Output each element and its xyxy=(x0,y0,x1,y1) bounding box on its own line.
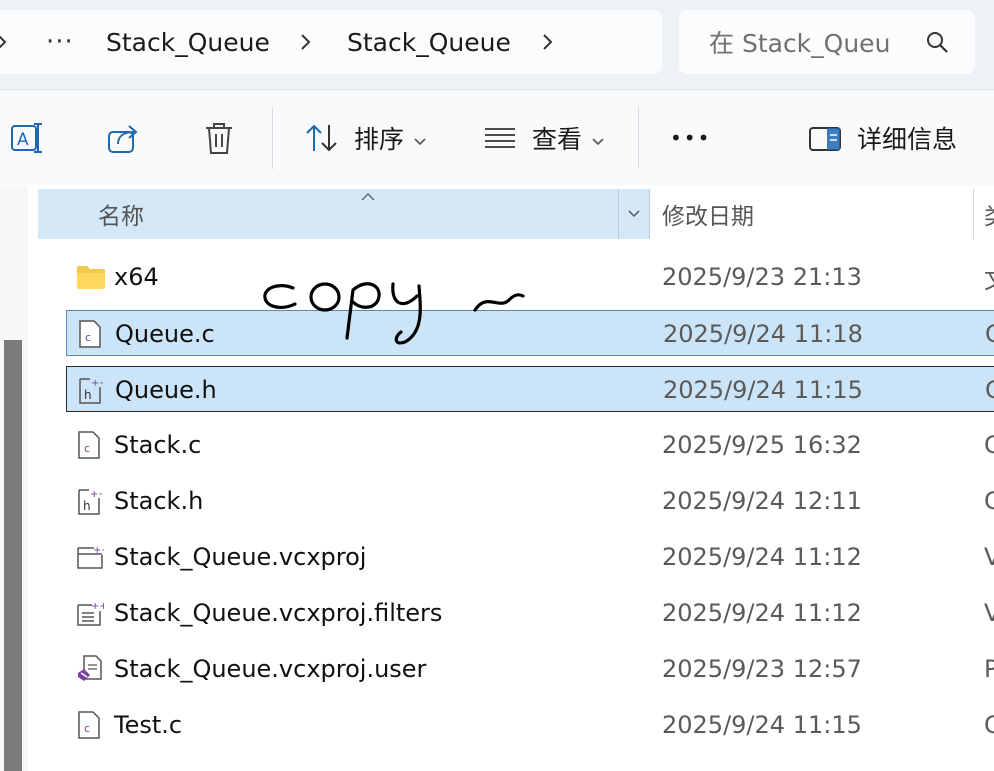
delete-icon[interactable] xyxy=(202,120,236,160)
file-row[interactable]: Stack_Queue.vcxproj.user 2025/9/23 12:57… xyxy=(66,646,994,692)
share-icon[interactable] xyxy=(106,122,142,160)
details-pane-icon[interactable] xyxy=(808,126,842,156)
svg-text:c: c xyxy=(84,722,90,735)
toolbar-separator xyxy=(638,107,639,169)
file-modified: 2025/9/24 12:11 xyxy=(662,487,862,515)
file-modified: 2025/9/24 11:15 xyxy=(663,376,863,404)
file-modified: 2025/9/24 11:12 xyxy=(662,599,862,627)
visual-studio-user-icon xyxy=(76,655,104,683)
c-source-icon: c xyxy=(76,711,104,739)
file-name: Stack.h xyxy=(114,487,204,515)
file-name: Stack_Queue.vcxproj.filters xyxy=(114,599,443,627)
view-icon[interactable] xyxy=(483,126,517,154)
column-dropdown-button[interactable] xyxy=(618,189,649,239)
svg-text:h: h xyxy=(84,388,92,402)
svg-text:++: ++ xyxy=(93,545,104,556)
view-button[interactable]: 查看 xyxy=(532,90,582,186)
file-modified: 2025/9/23 12:57 xyxy=(662,655,862,683)
chevron-right-icon[interactable] xyxy=(536,10,560,74)
file-name: Stack_Queue.vcxproj xyxy=(114,543,367,571)
svg-text:++: ++ xyxy=(91,378,103,389)
file-name: Queue.c xyxy=(115,320,215,348)
c-source-icon: c xyxy=(77,320,105,348)
svg-text:A: A xyxy=(17,130,29,150)
folder-icon xyxy=(76,263,105,291)
file-type: V xyxy=(984,599,994,627)
c-source-icon: c xyxy=(76,431,104,459)
file-name: Stack_Queue.vcxproj.user xyxy=(114,655,427,683)
file-type: C xyxy=(984,487,994,515)
file-row[interactable]: c Stack.c 2025/9/25 16:32 C xyxy=(66,422,994,468)
file-row[interactable]: h++ Queue.h 2025/9/24 11:15 C xyxy=(66,366,994,412)
file-name: Stack.c xyxy=(114,431,202,459)
chevron-down-icon[interactable] xyxy=(591,132,605,151)
file-type: C xyxy=(985,320,994,348)
svg-text:++: ++ xyxy=(91,601,104,612)
file-modified: 2025/9/24 11:12 xyxy=(662,543,862,571)
file-row[interactable]: h++ Stack.h 2025/9/24 12:11 C xyxy=(66,478,994,524)
handwritten-annotation xyxy=(255,270,535,364)
svg-text:h: h xyxy=(83,499,91,513)
chevron-right-icon[interactable] xyxy=(294,10,318,74)
address-bar[interactable]: ··· Stack_Queue Stack_Queue xyxy=(0,10,662,74)
file-type: V xyxy=(984,543,994,571)
chevron-down-icon[interactable] xyxy=(413,132,427,151)
file-row[interactable]: ++ Stack_Queue.vcxproj.filters 2025/9/24… xyxy=(66,590,994,636)
vcxproj-icon: ++ xyxy=(76,543,110,571)
chevron-right-icon[interactable] xyxy=(0,10,14,74)
file-modified: 2025/9/24 11:18 xyxy=(663,320,863,348)
breadcrumb-item[interactable]: Stack_Queue xyxy=(106,10,270,74)
svg-text:++: ++ xyxy=(90,489,102,500)
search-icon[interactable] xyxy=(925,30,949,58)
sort-icon[interactable] xyxy=(304,123,340,157)
details-button[interactable]: 详细信息 xyxy=(857,90,957,186)
more-crumbs-button[interactable]: ··· xyxy=(46,10,74,74)
file-row[interactable]: ++ Stack_Queue.vcxproj 2025/9/24 11:12 V xyxy=(66,534,994,580)
svg-text:c: c xyxy=(85,331,91,344)
toolbar-separator xyxy=(272,107,273,169)
column-header-name-label: 名称 xyxy=(98,204,144,230)
command-bar: A 排序 查看 ••• 详细信息 xyxy=(0,89,994,187)
column-header-name[interactable]: 名称 xyxy=(38,189,650,239)
file-name: Test.c xyxy=(114,711,183,739)
navigation-scrollbar[interactable] xyxy=(4,340,22,771)
file-type: P xyxy=(984,655,994,683)
file-name: x64 xyxy=(114,263,159,291)
sort-ascending-icon xyxy=(360,187,376,206)
column-divider[interactable] xyxy=(973,189,974,239)
column-header-type[interactable]: 类 xyxy=(984,189,994,239)
file-name: Queue.h xyxy=(115,376,217,404)
header-file-icon: h++ xyxy=(77,376,108,404)
file-type: C xyxy=(984,431,994,459)
svg-text:c: c xyxy=(84,442,90,455)
column-header-modified[interactable]: 修改日期 xyxy=(662,189,754,239)
search-box[interactable]: 在 Stack_Queu xyxy=(679,10,975,74)
file-row[interactable]: c Test.c 2025/9/24 11:15 C xyxy=(66,702,994,748)
breadcrumb-item[interactable]: Stack_Queue xyxy=(347,10,511,74)
rename-icon[interactable]: A xyxy=(10,120,46,160)
file-modified: 2025/9/23 21:13 xyxy=(662,263,862,291)
filters-file-icon: ++ xyxy=(76,599,108,627)
search-placeholder[interactable]: 在 Stack_Queu xyxy=(709,10,890,74)
sort-button[interactable]: 排序 xyxy=(354,90,404,186)
file-type: 文 xyxy=(984,254,994,300)
file-type: C xyxy=(985,376,994,404)
file-type: C xyxy=(984,711,994,739)
file-modified: 2025/9/24 11:15 xyxy=(662,711,862,739)
more-options-button[interactable]: ••• xyxy=(670,90,711,186)
file-modified: 2025/9/25 16:32 xyxy=(662,431,862,459)
header-file-icon: h++ xyxy=(76,487,107,515)
